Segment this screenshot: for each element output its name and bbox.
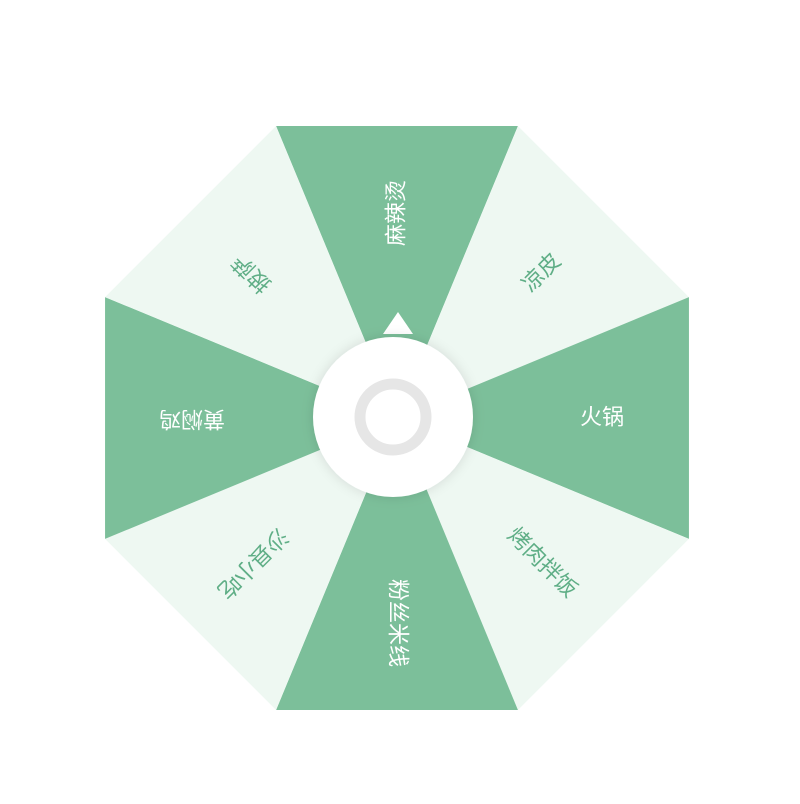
wheel-segment-label: 火锅 bbox=[580, 406, 624, 431]
wheel-segment-label: 粉丝米线 bbox=[385, 579, 410, 667]
wheel-segment-label: 麻辣烫 bbox=[385, 180, 410, 246]
hub-disc[interactable] bbox=[313, 337, 473, 497]
wheel-segment-label: 黄焖鸡 bbox=[159, 406, 225, 431]
lucky-wheel: 麻辣烫 凉皮 火锅 烤肉拌饭 粉丝米线 沙县小吃 黄焖鸡 披萨 bbox=[0, 0, 800, 800]
wheel-graphic: 麻辣烫凉皮火锅烤肉拌饭粉丝米线沙县小吃黄焖鸡披萨 bbox=[105, 126, 689, 710]
